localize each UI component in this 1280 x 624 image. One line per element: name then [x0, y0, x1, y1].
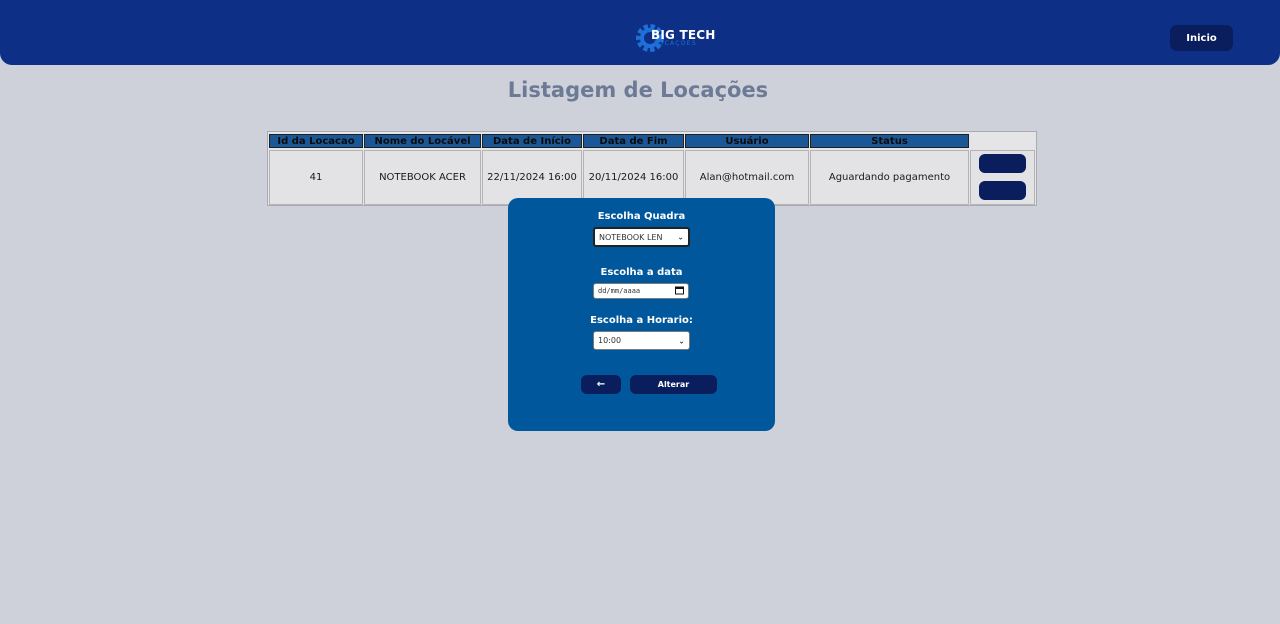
cell-inicio: 22/11/2024 16:00 — [482, 150, 582, 205]
column-header-inicio: Data de Início — [482, 134, 582, 148]
alterar-submit-button[interactable]: Alterar — [630, 375, 717, 394]
column-header-id: Id da Locacao — [269, 134, 363, 148]
calendar-icon[interactable] — [675, 286, 684, 297]
delete-button[interactable]: Delete — [979, 154, 1026, 173]
date-input[interactable]: dd/mm/aaaa — [593, 283, 689, 299]
inicio-button[interactable]: Inicio — [1170, 25, 1233, 51]
column-header-fim: Data de Fim — [583, 134, 684, 148]
quadra-select[interactable]: NOTEBOOK LEN ⌄ — [593, 227, 690, 247]
data-label: Escolha a data — [600, 267, 683, 278]
column-header-nome: Nome do Locável — [364, 134, 481, 148]
brand-logo[interactable]: BIG TECH LOCAÇÕES — [636, 18, 726, 58]
column-header-usuario: Usuário — [685, 134, 809, 148]
cell-id: 41 — [269, 150, 363, 205]
arrow-left-icon: ← — [596, 379, 606, 390]
cell-usuario: Alan@hotmail.com — [685, 150, 809, 205]
cell-actions: Delete Alterar — [970, 150, 1035, 205]
date-input-placeholder: dd/mm/aaaa — [598, 287, 641, 295]
quadra-label: Escolha Quadra — [597, 211, 686, 222]
top-navbar: BIG TECH LOCAÇÕES Inicio — [0, 0, 1280, 65]
horario-select-value: 10:00 — [598, 336, 622, 345]
cell-status: Aguardando pagamento — [810, 150, 969, 205]
rentals-table: Id da Locacao Nome do Locável Data de In… — [267, 131, 1037, 206]
chevron-down-icon: ⌄ — [677, 232, 684, 242]
back-button[interactable]: ← — [581, 375, 621, 394]
alterar-row-button[interactable]: Alterar — [979, 181, 1026, 200]
edit-rental-modal: Escolha Quadra NOTEBOOK LEN ⌄ Escolha a … — [508, 198, 775, 431]
column-header-status: Status — [810, 134, 969, 148]
logo-subtitle: LOCAÇÕES — [654, 40, 697, 47]
page-title: Listagem de Locações — [507, 78, 769, 102]
horario-select[interactable]: 10:00 ⌄ — [593, 331, 690, 350]
quadra-select-value: NOTEBOOK LEN — [599, 232, 663, 242]
horario-label: Escolha a Horario: — [590, 315, 693, 326]
cell-fim: 20/11/2024 16:00 — [583, 150, 684, 205]
chevron-down-icon: ⌄ — [678, 336, 685, 345]
cell-nome: NOTEBOOK ACER — [364, 150, 481, 205]
